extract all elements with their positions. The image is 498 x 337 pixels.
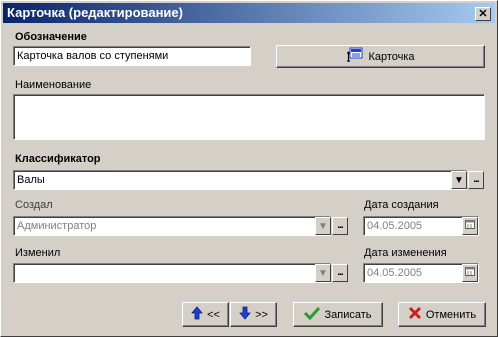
- ellipsis-icon: ...: [337, 267, 343, 278]
- calendar-icon: [465, 220, 475, 232]
- modified-by-dropdown-button: ▼: [315, 264, 331, 282]
- save-button[interactable]: Записать: [293, 302, 383, 327]
- card-icon: [346, 47, 364, 66]
- chevron-down-icon: ▼: [318, 220, 328, 232]
- name-label: Наименование: [15, 79, 92, 91]
- previous-record-button[interactable]: <<: [182, 302, 229, 327]
- calendar-icon: [465, 267, 475, 279]
- save-button-label: Записать: [324, 308, 372, 321]
- previous-record-label: <<: [207, 308, 220, 321]
- classifier-label: Классификатор: [15, 153, 101, 165]
- arrow-down-icon: [239, 306, 251, 323]
- created-by-input: Администратор: [13, 216, 331, 236]
- window-title: Карточка (редактирование): [7, 5, 183, 20]
- card-dialog: Карточка (редактирование) ✕ Обозначение …: [0, 0, 498, 337]
- chevron-down-icon: ▼: [454, 174, 464, 186]
- next-record-label: >>: [255, 308, 268, 321]
- modified-by-label: Изменил: [15, 247, 61, 259]
- name-textarea[interactable]: [13, 94, 485, 140]
- designation-label: Обозначение: [15, 31, 87, 43]
- ellipsis-icon: ...: [473, 174, 479, 185]
- arrow-up-icon: [191, 306, 203, 323]
- created-by-label: Создал: [15, 199, 53, 211]
- card-button-label: Карточка: [368, 50, 415, 63]
- chevron-down-icon: ▼: [318, 267, 328, 279]
- cross-icon: [408, 306, 422, 323]
- created-date-calendar-button: [462, 217, 478, 235]
- checkmark-icon: [304, 306, 321, 323]
- cancel-button-label: Отменить: [425, 308, 477, 321]
- close-button[interactable]: ✕: [475, 7, 491, 21]
- next-record-button[interactable]: >>: [230, 302, 277, 327]
- cancel-button[interactable]: Отменить: [398, 302, 486, 327]
- modified-by-browse-button[interactable]: ...: [332, 264, 348, 282]
- close-icon: ✕: [478, 8, 488, 20]
- created-by-browse-button[interactable]: ...: [332, 217, 348, 235]
- designation-input[interactable]: Карточка валов со ступенями: [13, 46, 251, 66]
- modified-date-label: Дата изменения: [364, 247, 447, 259]
- classifier-dropdown-button[interactable]: ▼: [451, 171, 467, 189]
- title-bar: Карточка (редактирование) ✕: [3, 3, 495, 23]
- card-button[interactable]: Карточка: [276, 45, 485, 68]
- modified-date-calendar-button: [462, 264, 478, 282]
- created-by-dropdown-button: ▼: [315, 217, 331, 235]
- modified-by-input: [13, 263, 331, 283]
- ellipsis-icon: ...: [337, 220, 343, 231]
- classifier-select[interactable]: Валы: [13, 170, 467, 190]
- created-date-label: Дата создания: [364, 199, 439, 211]
- classifier-browse-button[interactable]: ...: [468, 171, 484, 189]
